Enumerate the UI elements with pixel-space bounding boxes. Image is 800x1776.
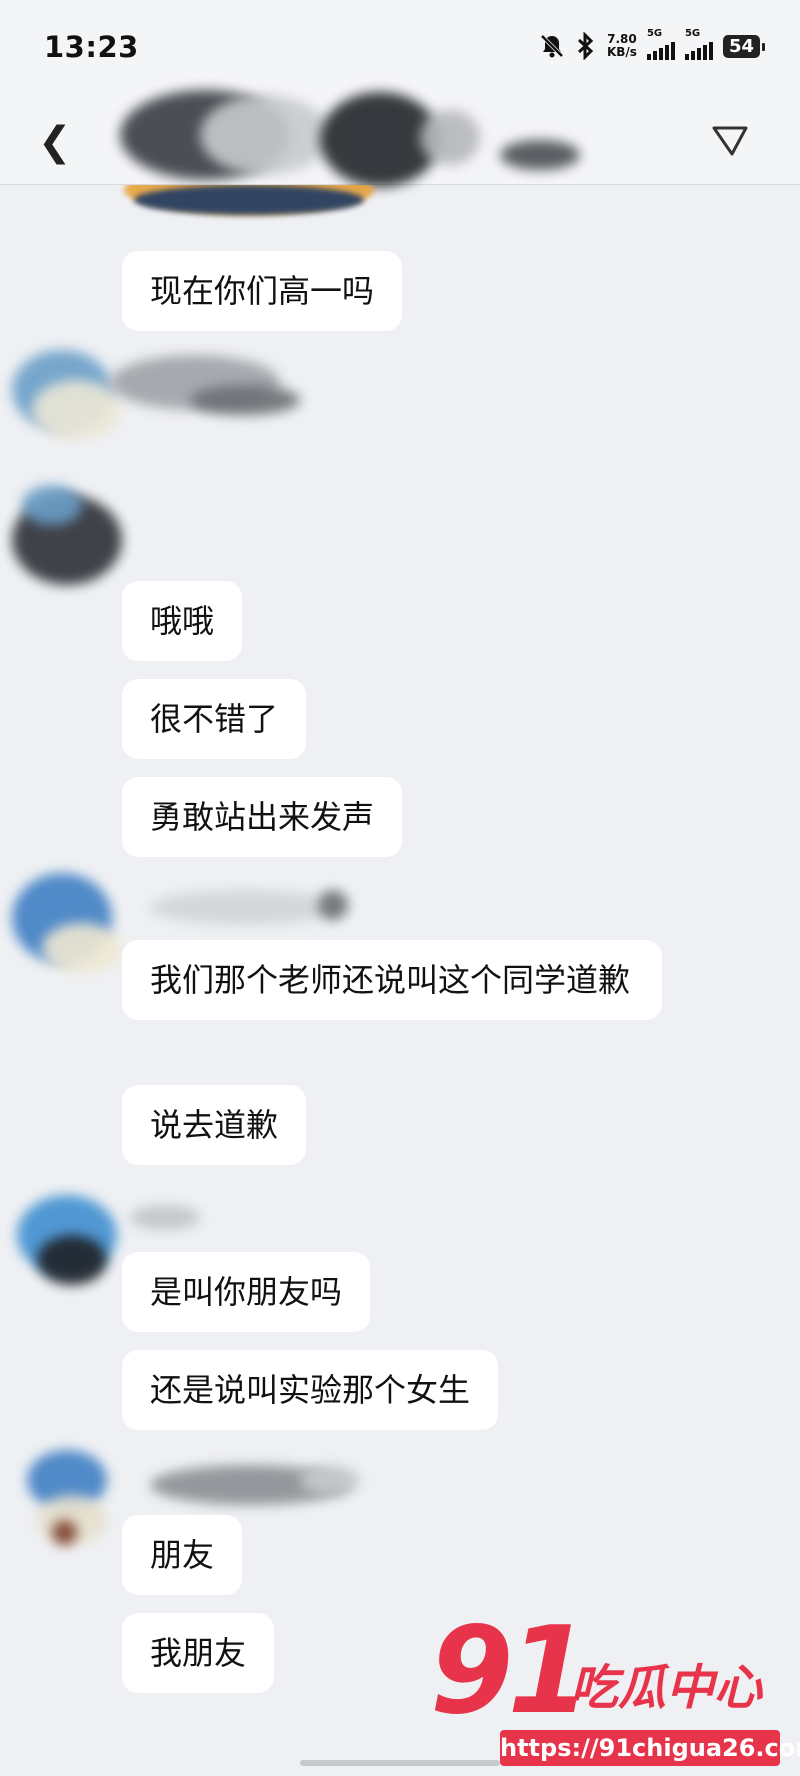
status-bar: 13:23 7.80 KB/s 5G 5G 54 [0, 0, 800, 100]
home-indicator[interactable] [300, 1760, 500, 1766]
message-bubble[interactable]: 现在你们高一吗 [122, 251, 403, 331]
bluetooth-icon [577, 32, 594, 60]
more-icon[interactable] [708, 120, 752, 164]
avatar[interactable] [12, 1185, 117, 1285]
avatar[interactable] [12, 330, 122, 440]
message-bubble[interactable]: 我们那个老师还说叫这个同学道歉 [122, 940, 662, 1020]
message-bubble[interactable]: 我朋友 [122, 1613, 275, 1693]
message-bubble[interactable]: 哦哦 [122, 581, 243, 661]
message-bubble[interactable]: 勇敢站出来发声 [122, 777, 403, 857]
status-time: 13:23 [44, 30, 139, 64]
bell-off-icon [540, 34, 564, 58]
watermark-number: 91 [430, 1602, 591, 1741]
message-bubble[interactable]: 是叫你朋友吗 [122, 1252, 371, 1332]
watermark: 91 吃瓜中心 https://91chigua26.com [420, 1600, 800, 1776]
chat-header: ❮ [0, 90, 800, 187]
signal-1: 5G [646, 28, 675, 60]
message-bubble[interactable]: 很不错了 [122, 679, 307, 759]
battery-indicator: 54 [722, 34, 766, 58]
avatar[interactable] [12, 853, 122, 973]
avatar[interactable] [12, 475, 122, 585]
avatar[interactable] [12, 1450, 108, 1546]
message-bubble[interactable]: 还是说叫实验那个女生 [122, 1350, 499, 1430]
watermark-url: https://91chigua26.com [500, 1730, 800, 1766]
net-speed: 7.80 KB/s [606, 32, 637, 59]
message-bubble[interactable]: 说去道歉 [122, 1085, 307, 1165]
signal-2: 5G [684, 28, 713, 60]
message-bubble[interactable]: 朋友 [122, 1515, 243, 1595]
chevron-left-icon[interactable]: ❮ [38, 122, 72, 162]
watermark-name: 吃瓜中心 [570, 1660, 763, 1716]
chat-messages[interactable]: 现在你们高一吗 哦哦 很不错了 勇敢站出来发声 我们那个老师还说叫这个同学道歉 … [0, 185, 800, 1776]
status-icons: 7.80 KB/s 5G 5G 54 [539, 28, 766, 60]
